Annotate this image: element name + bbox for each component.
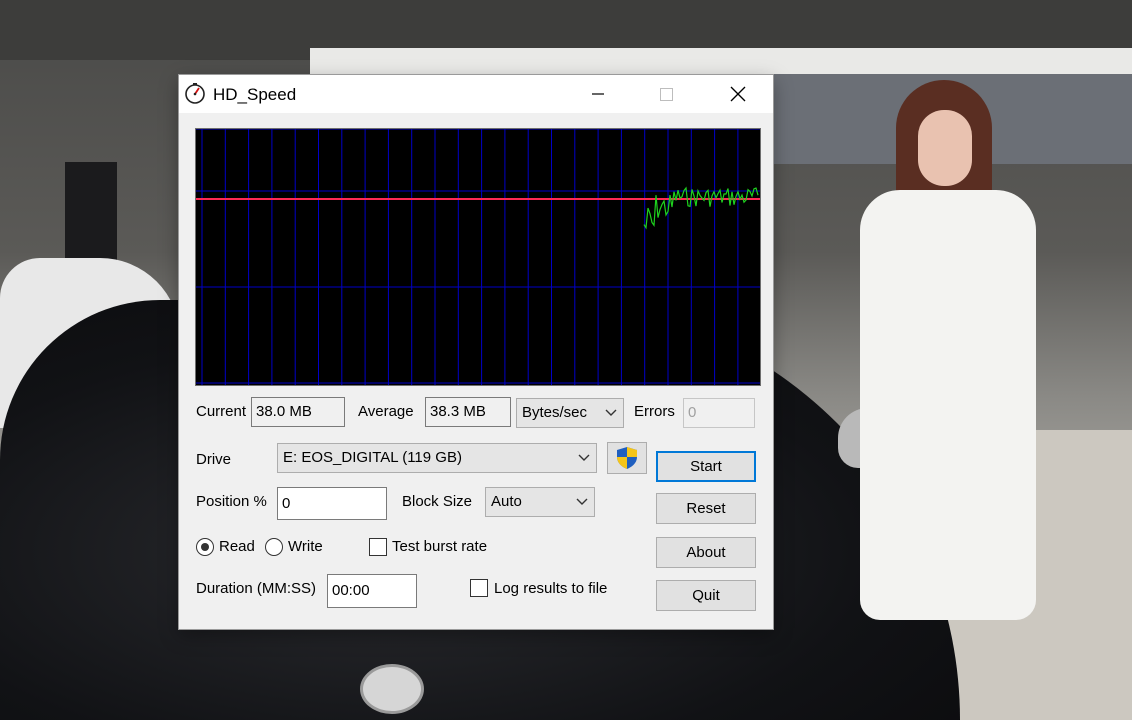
start-button[interactable]: Start (656, 451, 756, 482)
background-person-dress (860, 190, 1036, 620)
minimize-button[interactable] (575, 75, 621, 113)
block-size-label: Block Size (402, 493, 473, 510)
chevron-down-icon (578, 444, 590, 472)
average-label: Average (358, 403, 414, 420)
background-signboard (310, 48, 1132, 74)
write-label[interactable]: Write (288, 538, 323, 555)
chevron-down-icon (605, 399, 617, 427)
write-radio[interactable] (265, 538, 283, 556)
hd-speed-window: HD_Speed Current 38.0 MB Average 38.3 MB… (179, 75, 773, 629)
drive-selected: E: EOS_DIGITAL (119 GB) (283, 449, 462, 466)
units-selected: Bytes/sec (522, 404, 588, 421)
maximize-button[interactable] (643, 75, 689, 113)
close-button[interactable] (715, 75, 761, 113)
drive-dropdown[interactable]: E: EOS_DIGITAL (119 GB) (277, 443, 597, 473)
drive-label: Drive (196, 451, 232, 468)
units-dropdown[interactable]: Bytes/sec (516, 398, 624, 428)
log-results-label[interactable]: Log results to file (494, 580, 607, 597)
speed-graph-canvas (196, 128, 762, 385)
maximize-icon (660, 88, 673, 101)
position-input[interactable]: 0 (277, 487, 387, 520)
stopwatch-icon (184, 82, 206, 104)
reset-button[interactable]: Reset (656, 493, 756, 524)
block-size-selected: Auto (491, 493, 522, 510)
errors-label: Errors (634, 403, 675, 420)
read-label[interactable]: Read (219, 538, 255, 555)
speed-graph (195, 128, 762, 386)
minimize-icon (592, 93, 604, 95)
speed-trace-line (643, 186, 759, 230)
position-label: Position % (196, 493, 267, 510)
burst-rate-checkbox[interactable] (369, 538, 387, 556)
block-size-dropdown[interactable]: Auto (485, 487, 595, 517)
average-value-field: 38.3 MB (425, 397, 511, 427)
quit-button[interactable]: Quit (656, 580, 756, 611)
about-button[interactable]: About (656, 537, 756, 568)
background-person (856, 80, 1046, 660)
admin-elevate-button[interactable] (607, 442, 647, 474)
window-title: HD_Speed (213, 85, 297, 104)
burst-rate-label[interactable]: Test burst rate (392, 538, 487, 555)
background-pillar (65, 162, 117, 260)
current-label: Current (196, 403, 247, 420)
log-results-checkbox[interactable] (470, 579, 488, 597)
title-bar[interactable]: HD_Speed (179, 75, 773, 113)
uac-shield-icon (617, 447, 637, 469)
background-car-emblem (360, 664, 424, 714)
duration-label: Duration (MM:SS) (196, 580, 317, 597)
read-radio[interactable] (196, 538, 214, 556)
close-icon (730, 86, 746, 102)
duration-input[interactable]: 00:00 (327, 574, 417, 608)
errors-value-field: 0 (683, 398, 755, 428)
chevron-down-icon (576, 488, 588, 516)
background-person-face (918, 110, 972, 186)
current-value-field: 38.0 MB (251, 397, 345, 427)
